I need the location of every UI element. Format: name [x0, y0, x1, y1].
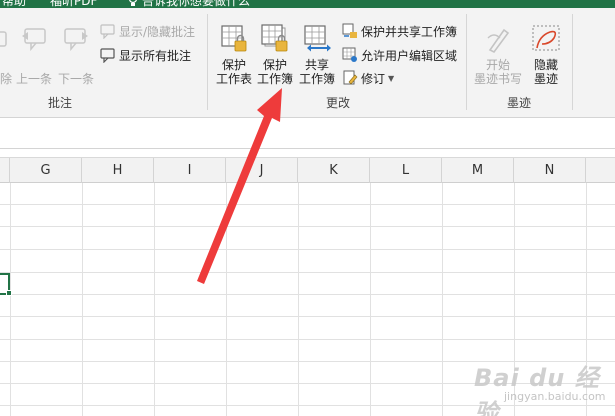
- column-header-l[interactable]: L: [370, 158, 442, 183]
- group-separator: [466, 14, 467, 110]
- grid-column-line: [298, 183, 299, 416]
- tell-me-search[interactable]: 告诉我你想要做什么: [128, 0, 250, 8]
- protect-share-workbook-button[interactable]: 保护并共享工作簿: [342, 22, 457, 40]
- share-workbook-button[interactable]: 共享 工作簿: [297, 20, 337, 92]
- hide-ink-button[interactable]: 隐藏 墨迹: [526, 20, 566, 92]
- grid-column-line: [154, 183, 155, 416]
- comments-group-label: 批注: [48, 96, 73, 110]
- column-header-j[interactable]: J: [226, 158, 298, 183]
- show-hide-comment-icon: [100, 24, 115, 39]
- baidu-jingyan-watermark: Bai du 经验 jingyan.baidu.com: [470, 358, 610, 416]
- group-separator: [207, 14, 208, 110]
- next-comment-icon: [64, 28, 88, 52]
- fill-handle[interactable]: [6, 290, 12, 296]
- show-all-comments-icon: [100, 48, 115, 63]
- grid-row-line: [0, 339, 615, 340]
- next-comment-button[interactable]: 下一条: [56, 20, 96, 92]
- allow-edit-ranges-button[interactable]: 允许用户编辑区域: [342, 46, 457, 64]
- grid-column-line: [370, 183, 371, 416]
- formula-bar[interactable]: [0, 119, 615, 149]
- watermark-main-text: Bai du 经验: [474, 364, 600, 416]
- start-inking-button[interactable]: 开始 墨迹书写: [474, 20, 522, 92]
- column-header-i[interactable]: I: [154, 158, 226, 183]
- grid-row-line: [0, 249, 615, 250]
- hide-ink-label-1: 隐藏: [533, 58, 558, 72]
- column-header-n[interactable]: N: [514, 158, 586, 183]
- allow-edit-ranges-label: 允许用户编辑区域: [361, 48, 458, 63]
- column-header-k[interactable]: K: [298, 158, 370, 183]
- track-changes-label: 修订: [361, 71, 386, 86]
- group-separator: [572, 14, 573, 110]
- protect-share-label: 保护并共享工作簿: [361, 24, 458, 39]
- start-inking-label-2: 墨迹书写: [474, 72, 523, 86]
- lightbulb-icon: [129, 0, 137, 6]
- track-changes-icon: [343, 70, 358, 85]
- grid-row-line: [0, 316, 615, 317]
- chevron-down-icon: ▼: [388, 73, 395, 83]
- start-inking-label-1: 开始: [485, 58, 510, 72]
- lock-sheet-icon: [221, 25, 247, 52]
- grid-row-line: [0, 294, 615, 295]
- column-header-row: G H I J K L M N: [0, 157, 615, 183]
- share-workbook-icon: [304, 25, 331, 52]
- column-header-m[interactable]: M: [442, 158, 514, 183]
- previous-comment-label: 上一条: [15, 72, 52, 86]
- column-header-partial[interactable]: [0, 158, 10, 183]
- grid-column-line: [10, 183, 11, 416]
- allow-edit-ranges-icon: [342, 47, 357, 62]
- share-workbook-label-1: 共享: [304, 58, 329, 72]
- grid-row-line: [0, 272, 615, 273]
- protect-workbook-button[interactable]: 保护 工作簿: [255, 20, 295, 92]
- grid-column-line: [82, 183, 83, 416]
- tab-help[interactable]: 帮助: [2, 0, 26, 8]
- protect-sheet-button[interactable]: 保护 工作表: [214, 20, 254, 92]
- grid-column-line: [226, 183, 227, 416]
- show-all-comments-button[interactable]: 显示所有批注: [100, 46, 191, 64]
- column-header-partial[interactable]: [586, 158, 615, 183]
- grid-row-line: [0, 226, 615, 227]
- track-changes-button[interactable]: 修订 ▼: [342, 69, 394, 87]
- column-header-h[interactable]: H: [82, 158, 154, 183]
- column-header-g[interactable]: G: [10, 158, 82, 183]
- grid-row-line: [0, 204, 615, 205]
- share-workbook-label-2: 工作簿: [298, 72, 335, 86]
- protect-share-icon: [342, 23, 357, 38]
- show-hide-comment-label: 显示/隐藏批注: [119, 24, 196, 39]
- grid-column-line: [442, 183, 443, 416]
- watermark-url-text: jingyan.baidu.com: [504, 390, 606, 403]
- show-hide-comment-button[interactable]: 显示/隐藏批注: [100, 22, 195, 40]
- tab-foxit-pdf[interactable]: 福昕PDF: [50, 0, 97, 8]
- hide-ink-icon: [532, 25, 560, 51]
- delete-comment-icon: [0, 31, 7, 47]
- previous-comment-button[interactable]: 上一条: [14, 20, 54, 92]
- protect-workbook-label-1: 保护: [262, 58, 287, 72]
- lock-workbook-icon: [261, 24, 288, 52]
- ribbon-review: 除 上一条 下一条 显示/隐藏批注 显示所有批注 批注 保护 工作表 保护 工作…: [0, 8, 615, 118]
- changes-group-label: 更改: [326, 96, 351, 110]
- pen-icon: [487, 28, 510, 54]
- tell-me-text: 告诉我你想要做什么: [142, 0, 251, 8]
- ribbon-tab-strip: 帮助 福昕PDF 告诉我你想要做什么: [0, 0, 615, 8]
- hide-ink-label-2: 墨迹: [533, 72, 558, 86]
- protect-workbook-label-2: 工作簿: [256, 72, 293, 86]
- ink-group-label: 墨迹: [507, 96, 532, 110]
- next-comment-label: 下一条: [57, 72, 94, 86]
- show-all-comments-label: 显示所有批注: [119, 48, 192, 63]
- previous-comment-icon: [22, 28, 46, 52]
